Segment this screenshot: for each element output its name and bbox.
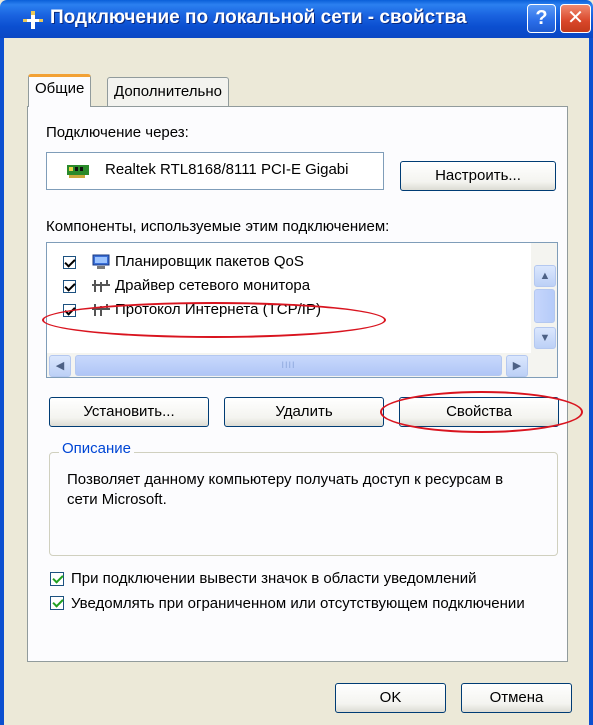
component-checkbox[interactable] <box>63 280 76 293</box>
configure-button[interactable]: Настроить... <box>400 161 556 191</box>
properties-dialog: Подключение по локальной сети - свойства… <box>0 0 593 725</box>
configure-button-label: Настроить... <box>435 167 521 184</box>
list-item-tcpip[interactable]: Протокол Интернета (TCP/IP) <box>47 299 531 323</box>
properties-button[interactable]: Свойства <box>399 397 559 427</box>
ok-button[interactable]: OK <box>335 683 446 713</box>
ok-button-label: OK <box>379 689 402 706</box>
notify-limited-label: Уведомлять при ограниченном или отсутств… <box>71 595 525 612</box>
component-label: Протокол Интернета (TCP/IP) <box>115 301 321 318</box>
install-button[interactable]: Установить... <box>49 397 209 427</box>
component-checkbox[interactable] <box>63 304 76 317</box>
install-button-label: Установить... <box>83 403 175 420</box>
network-protocol-icon <box>92 280 110 292</box>
network-adapter-icon <box>67 165 89 178</box>
remove-button-label: Удалить <box>275 403 333 420</box>
close-button[interactable]: ✕ <box>560 4 591 33</box>
list-item-qos[interactable]: Планировщик пакетов QoS <box>47 251 531 275</box>
components-label: Компоненты, используемые этим подключени… <box>46 218 390 235</box>
scroll-down-button[interactable]: ▼ <box>534 327 556 349</box>
cancel-button-label: Отмена <box>489 689 544 706</box>
tab-general-label: Общие <box>35 80 85 97</box>
title-bar[interactable]: Подключение по локальной сети - свойства… <box>0 0 593 38</box>
scroll-up-button[interactable]: ▲ <box>534 265 556 287</box>
scroll-left-button[interactable]: ◀ <box>49 355 71 377</box>
window-frame-left <box>0 38 4 725</box>
tab-general[interactable]: Общие <box>28 74 92 107</box>
remove-button[interactable]: Удалить <box>224 397 384 427</box>
window-frame-right <box>589 38 593 725</box>
qos-scheduler-icon <box>92 254 110 269</box>
help-icon: ? <box>535 7 548 29</box>
show-icon-label: При подключении вывести значок в области… <box>71 570 477 587</box>
tab-advanced[interactable]: Дополнительно <box>107 77 229 107</box>
network-connection-icon <box>23 11 43 29</box>
scroll-right-button[interactable]: ▶ <box>506 355 528 377</box>
help-button[interactable]: ? <box>527 4 556 33</box>
vertical-scrollbar[interactable]: ▲ ▼ <box>531 243 557 353</box>
vertical-scroll-thumb[interactable] <box>534 289 555 323</box>
properties-button-label: Свойства <box>446 403 512 420</box>
window-title: Подключение по локальной сети - свойства <box>50 7 467 28</box>
notify-limited-checkbox[interactable] <box>50 596 64 610</box>
adapter-name: Realtek RTL8168/8111 PCI-E Gigabi <box>105 161 349 178</box>
description-title: Описание <box>59 440 135 457</box>
component-checkbox[interactable] <box>63 256 76 269</box>
network-protocol-icon <box>92 304 110 316</box>
cancel-button[interactable]: Отмена <box>461 683 572 713</box>
components-list[interactable]: Планировщик пакетов QoS Драйвер сетевого… <box>46 242 558 378</box>
tab-advanced-label: Дополнительно <box>114 83 222 100</box>
component-label: Драйвер сетевого монитора <box>115 277 311 294</box>
adapter-field: Realtek RTL8168/8111 PCI-E Gigabi <box>46 152 384 190</box>
show-icon-checkbox[interactable] <box>50 572 64 586</box>
close-icon: ✕ <box>567 7 584 29</box>
list-item-network-monitor[interactable]: Драйвер сетевого монитора <box>47 275 531 299</box>
description-text: Позволяет данному компьютеру получать до… <box>67 471 504 508</box>
connect-using-label: Подключение через: <box>46 124 189 141</box>
horizontal-scrollbar[interactable]: ◀ IIII ▶ <box>47 353 557 377</box>
component-label: Планировщик пакетов QoS <box>115 253 304 270</box>
horizontal-scroll-thumb[interactable]: IIII <box>75 355 502 376</box>
